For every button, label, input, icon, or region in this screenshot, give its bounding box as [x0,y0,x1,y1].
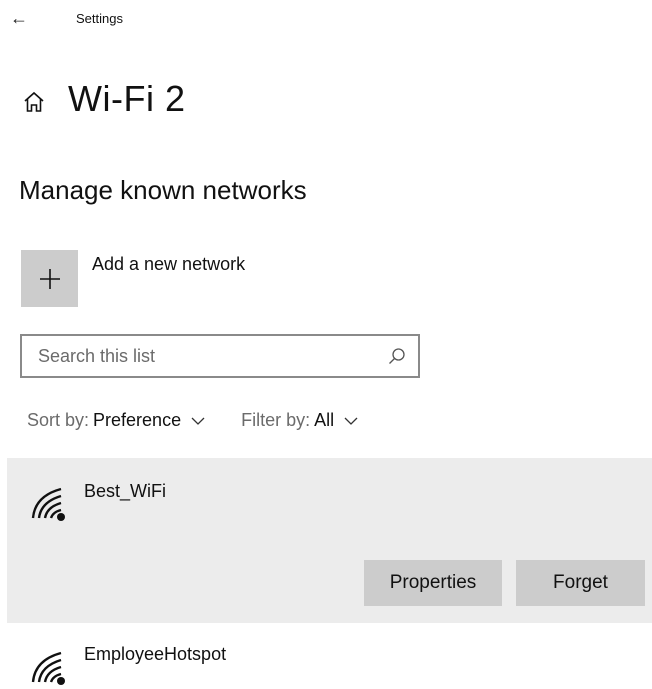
plus-icon [39,268,60,289]
wifi-secure-icon [31,651,65,685]
filter-dropdown[interactable]: Filter by: All [241,410,358,431]
page-header: Wi-Fi 2 [22,78,185,120]
search-icon[interactable] [388,347,406,365]
network-item-selected[interactable]: Best_WiFi Properties Forget [7,458,652,623]
window-title: Settings [76,11,123,26]
add-network-button[interactable]: Add a new network [21,250,245,307]
filter-label: Filter by: [241,410,311,430]
home-icon [24,91,44,112]
sort-value: Preference [93,410,182,430]
network-name: Best_WiFi [84,481,167,501]
back-button[interactable]: ← [10,8,28,28]
filter-value: All [314,410,335,430]
search-box[interactable] [20,334,420,378]
add-network-tile[interactable] [21,250,78,307]
sort-filter-row: Sort by: Preference Filter by: All [27,410,358,431]
page-title: Wi-Fi 2 [68,78,186,119]
sort-label: Sort by: [27,410,90,430]
back-arrow-icon: ← [10,8,28,28]
network-item[interactable]: EmployeeHotspot [7,623,652,689]
section-title: Manage known networks [19,175,307,205]
network-name: EmployeeHotspot [84,644,227,664]
forget-button[interactable]: Forget [516,560,645,606]
chevron-down-icon [191,417,205,425]
sort-dropdown[interactable]: Sort by: Preference [27,410,205,431]
wifi-secure-icon [31,487,65,521]
add-network-label: Add a new network [92,254,246,274]
properties-button[interactable]: Properties [364,560,502,606]
search-input[interactable] [22,336,388,376]
chevron-down-icon [344,417,358,425]
